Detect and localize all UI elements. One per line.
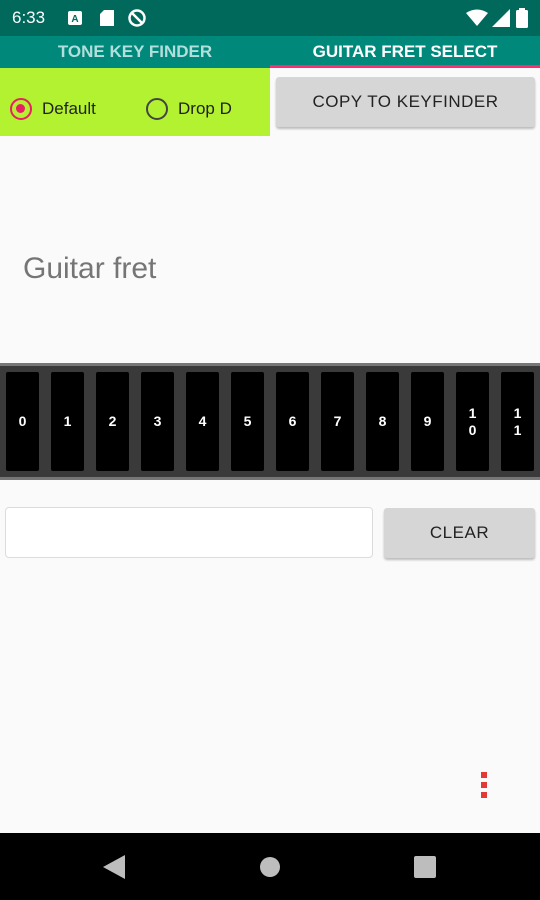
fret-button-2[interactable]: 2 [96, 372, 129, 471]
tab-tone-key-finder[interactable]: TONE KEY FINDER [0, 36, 270, 68]
fret-label: 6 [288, 413, 297, 429]
tab-bar: TONE KEY FINDER GUITAR FRET SELECT [0, 36, 540, 68]
fret-button-0[interactable]: 0 [6, 372, 39, 471]
tab-guitar-fret-select[interactable]: GUITAR FRET SELECT [270, 36, 540, 68]
status-time: 6:33 [12, 8, 46, 27]
radio-drop-d-label: Drop D [178, 99, 232, 118]
wifi-icon [466, 9, 488, 26]
active-tab-indicator [270, 65, 540, 68]
copy-to-keyfinder-button[interactable]: COPY TO KEYFINDER [276, 77, 535, 127]
fret-label: 10 [468, 404, 477, 438]
fret-label: 3 [153, 413, 162, 429]
fret-button-10[interactable]: 10 [456, 372, 489, 471]
radio-default[interactable]: Default [10, 94, 96, 124]
overflow-menu-icon[interactable] [478, 772, 490, 806]
fret-input-field[interactable] [5, 507, 373, 558]
no-disturb-icon [128, 9, 146, 27]
fretboard: 0 1 2 3 4 5 6 7 8 9 10 11 [0, 363, 540, 480]
page-title: Guitar fret [23, 252, 157, 285]
fret-label: 1 [63, 413, 72, 429]
fret-button-3[interactable]: 3 [141, 372, 174, 471]
status-bar: 6:33 A [0, 0, 540, 36]
fret-button-7[interactable]: 7 [321, 372, 354, 471]
fret-button-9[interactable]: 9 [411, 372, 444, 471]
battery-icon [516, 8, 528, 28]
clear-button[interactable]: CLEAR [384, 508, 535, 558]
fret-label: 0 [18, 413, 27, 429]
fret-button-1[interactable]: 1 [51, 372, 84, 471]
fret-label: 11 [513, 404, 522, 438]
sd-card-icon [100, 10, 114, 26]
svg-text:A: A [71, 14, 78, 25]
fret-label: 2 [108, 413, 117, 429]
radio-drop-d[interactable]: Drop D [146, 94, 232, 124]
fret-button-6[interactable]: 6 [276, 372, 309, 471]
fret-label: 5 [243, 413, 252, 429]
radio-default-label: Default [42, 99, 96, 118]
fret-button-11[interactable]: 11 [501, 372, 534, 471]
radio-checked-icon [10, 98, 32, 120]
recents-icon[interactable] [414, 856, 436, 878]
fret-button-8[interactable]: 8 [366, 372, 399, 471]
home-icon[interactable] [259, 856, 281, 878]
fret-label: 4 [198, 413, 207, 429]
radio-unchecked-icon [146, 98, 168, 120]
fret-button-4[interactable]: 4 [186, 372, 219, 471]
back-icon[interactable] [103, 855, 125, 879]
navigation-bar [0, 833, 540, 900]
fret-label: 7 [333, 413, 342, 429]
fret-button-5[interactable]: 5 [231, 372, 264, 471]
fret-label: 8 [378, 413, 387, 429]
a-icon: A [68, 11, 82, 25]
fret-label: 9 [423, 413, 432, 429]
signal-icon [492, 9, 510, 27]
tuning-radio-group: Default Drop D [0, 68, 270, 136]
